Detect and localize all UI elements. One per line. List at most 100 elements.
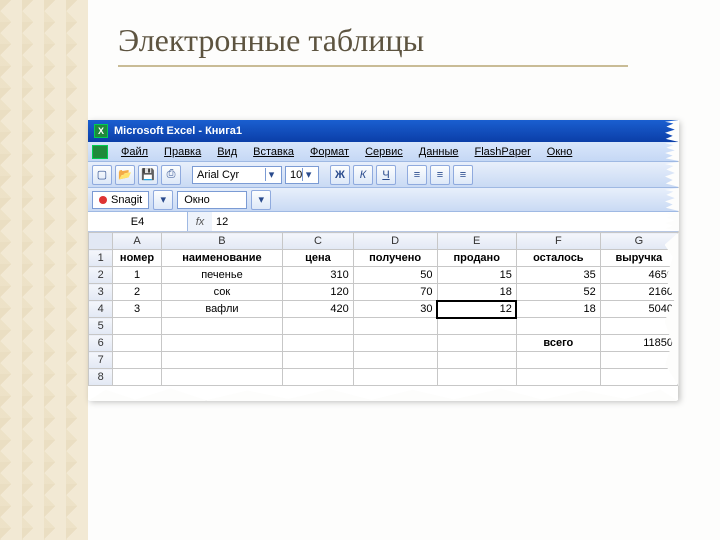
snagit-settings-button[interactable]: ▾ — [153, 190, 173, 210]
menu-edit[interactable]: Правка — [157, 144, 208, 160]
cell[interactable]: 18 — [437, 284, 516, 301]
cell[interactable] — [161, 352, 282, 369]
cell[interactable] — [516, 318, 600, 335]
snagit-button[interactable]: Snagit — [92, 191, 149, 209]
cell[interactable] — [283, 352, 354, 369]
cell[interactable]: 70 — [353, 284, 437, 301]
cell[interactable]: 120 — [283, 284, 354, 301]
menu-format[interactable]: Формат — [303, 144, 356, 160]
cell[interactable] — [113, 369, 162, 386]
italic-button[interactable]: К — [353, 165, 373, 185]
cell[interactable]: выручка — [600, 250, 677, 267]
cell[interactable]: 1 — [113, 267, 162, 284]
cell[interactable] — [353, 318, 437, 335]
font-size-select[interactable]: 10 ▾ — [285, 166, 319, 184]
row-header[interactable]: 8 — [89, 369, 113, 386]
cell[interactable] — [600, 369, 677, 386]
cell[interactable]: 18 — [516, 301, 600, 318]
cell[interactable]: 4650 — [600, 267, 677, 284]
cell[interactable] — [113, 352, 162, 369]
cell[interactable] — [161, 369, 282, 386]
cell[interactable] — [437, 352, 516, 369]
new-button[interactable]: ▢ — [92, 165, 112, 185]
col-header-B[interactable]: B — [161, 233, 282, 250]
cell[interactable] — [437, 369, 516, 386]
cell[interactable]: продано — [437, 250, 516, 267]
cell[interactable]: 310 — [283, 267, 354, 284]
col-header-A[interactable]: A — [113, 233, 162, 250]
cell[interactable] — [161, 318, 282, 335]
cell[interactable] — [600, 318, 677, 335]
snagit-window-select[interactable]: Окно — [177, 191, 247, 209]
cell[interactable] — [516, 352, 600, 369]
align-right-button[interactable]: ≡ — [453, 165, 473, 185]
spreadsheet-grid[interactable]: A B C D E F G 1 номер наименование цена … — [88, 232, 678, 386]
cell[interactable]: наименование — [161, 250, 282, 267]
select-all-corner[interactable] — [89, 233, 113, 250]
cell[interactable] — [437, 318, 516, 335]
cell[interactable] — [283, 369, 354, 386]
cell[interactable]: 52 — [516, 284, 600, 301]
open-button[interactable]: 📂 — [115, 165, 135, 185]
cell[interactable] — [283, 335, 354, 352]
font-name-select[interactable]: Arial Cyr ▾ — [192, 166, 282, 184]
menu-file[interactable]: Файл — [114, 144, 155, 160]
menu-flashpaper[interactable]: FlashPaper — [468, 144, 538, 160]
cell[interactable]: 30 — [353, 301, 437, 318]
align-center-button[interactable]: ≡ — [430, 165, 450, 185]
cell[interactable]: 35 — [516, 267, 600, 284]
snagit-dropdown[interactable]: ▾ — [251, 190, 271, 210]
cell-selected[interactable]: 12 — [437, 301, 516, 318]
formula-input[interactable]: 12 — [212, 212, 678, 231]
row-header[interactable]: 7 — [89, 352, 113, 369]
cell[interactable] — [283, 318, 354, 335]
save-button[interactable]: 💾 — [138, 165, 158, 185]
cell[interactable] — [437, 335, 516, 352]
cell[interactable] — [600, 352, 677, 369]
row-header[interactable]: 4 — [89, 301, 113, 318]
menu-insert[interactable]: Вставка — [246, 144, 301, 160]
cell[interactable] — [113, 335, 162, 352]
cell[interactable]: 5040 — [600, 301, 677, 318]
row-header[interactable]: 2 — [89, 267, 113, 284]
cell[interactable]: всего — [516, 335, 600, 352]
cell[interactable]: 2 — [113, 284, 162, 301]
row-header[interactable]: 3 — [89, 284, 113, 301]
cell[interactable]: печенье — [161, 267, 282, 284]
print-button[interactable]: ⎙ — [161, 165, 181, 185]
cell[interactable]: 15 — [437, 267, 516, 284]
col-header-C[interactable]: C — [283, 233, 354, 250]
row-header[interactable]: 6 — [89, 335, 113, 352]
col-header-D[interactable]: D — [353, 233, 437, 250]
cell[interactable] — [516, 369, 600, 386]
cell[interactable] — [353, 335, 437, 352]
fx-icon[interactable]: fx — [188, 216, 212, 228]
underline-button[interactable]: Ч — [376, 165, 396, 185]
cell[interactable]: 3 — [113, 301, 162, 318]
col-header-G[interactable]: G — [600, 233, 677, 250]
cell[interactable] — [353, 369, 437, 386]
cell[interactable]: номер — [113, 250, 162, 267]
menu-tools[interactable]: Сервис — [358, 144, 410, 160]
cell[interactable]: цена — [283, 250, 354, 267]
bold-button[interactable]: Ж — [330, 165, 350, 185]
name-box[interactable]: E4 — [88, 212, 188, 231]
cell[interactable]: 50 — [353, 267, 437, 284]
cell[interactable]: 11850 — [600, 335, 677, 352]
menu-view[interactable]: Вид — [210, 144, 244, 160]
cell[interactable] — [113, 318, 162, 335]
menu-window[interactable]: Окно — [540, 144, 580, 160]
cell[interactable]: осталось — [516, 250, 600, 267]
cell[interactable]: получено — [353, 250, 437, 267]
row-header[interactable]: 1 — [89, 250, 113, 267]
col-header-E[interactable]: E — [437, 233, 516, 250]
cell[interactable] — [353, 352, 437, 369]
cell[interactable]: 420 — [283, 301, 354, 318]
cell[interactable]: 2160 — [600, 284, 677, 301]
col-header-F[interactable]: F — [516, 233, 600, 250]
align-left-button[interactable]: ≡ — [407, 165, 427, 185]
menu-data[interactable]: Данные — [412, 144, 466, 160]
cell[interactable] — [161, 335, 282, 352]
cell[interactable]: сок — [161, 284, 282, 301]
row-header[interactable]: 5 — [89, 318, 113, 335]
